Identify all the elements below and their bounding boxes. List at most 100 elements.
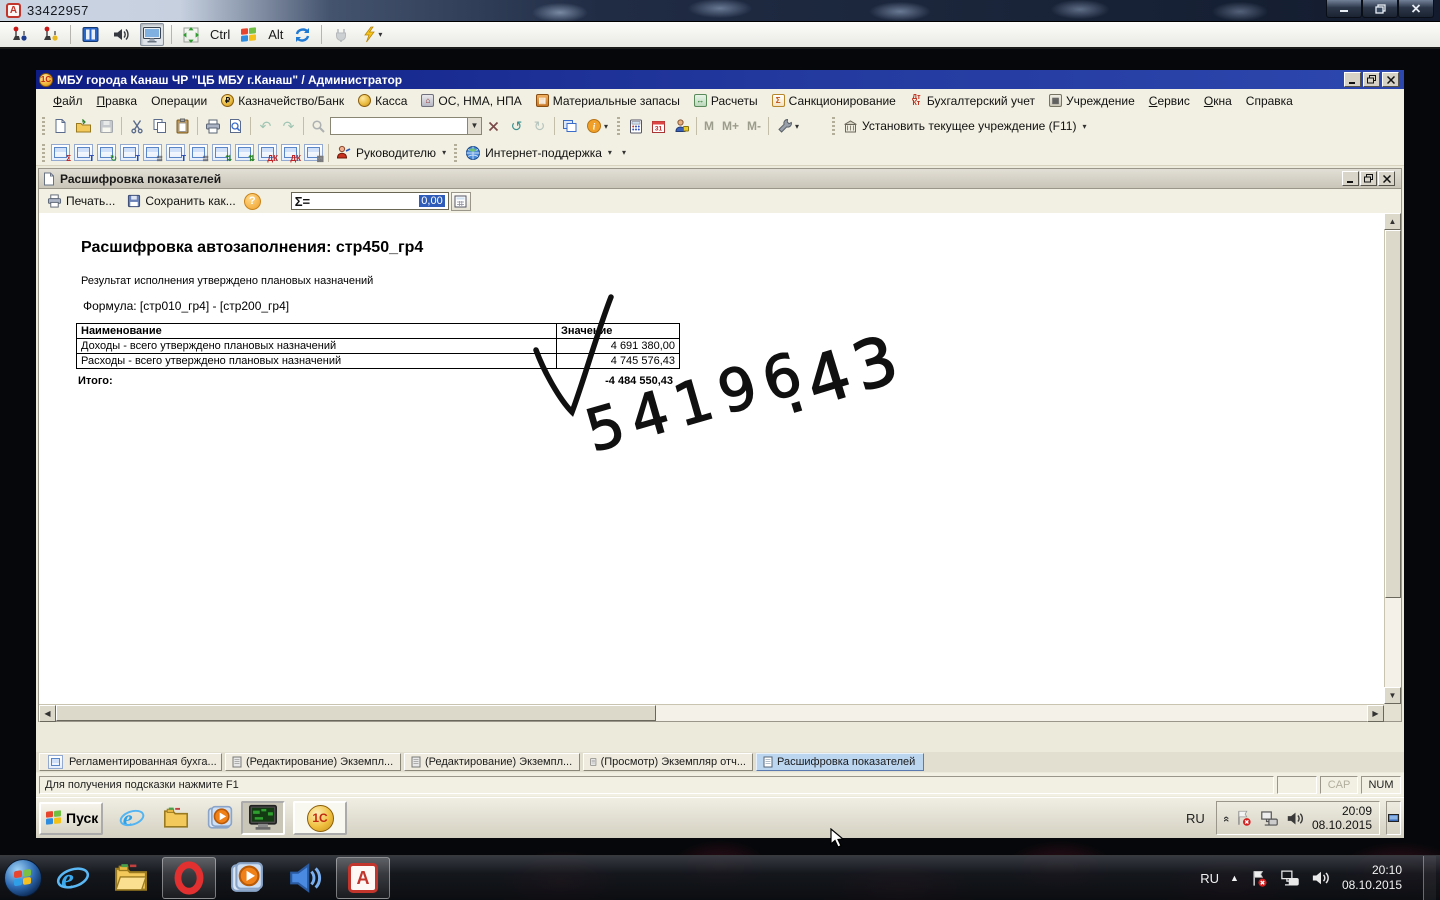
sum-expression-field[interactable]: Σ=0,00 <box>291 192 449 210</box>
fullscreen-button[interactable] <box>179 23 203 46</box>
restore-button[interactable] <box>1362 0 1398 18</box>
taskbar-clock[interactable]: 20:10 08.10.2015 <box>1342 863 1402 893</box>
tray-expand-button[interactable]: ▲ <box>1230 873 1239 883</box>
menu-help[interactable]: Справка <box>1239 92 1300 110</box>
refresh-screen-button[interactable] <box>290 23 314 46</box>
paste-button[interactable] <box>171 115 194 137</box>
scroll-thumb[interactable] <box>1385 230 1401 598</box>
settings-wrench-button[interactable]: ▾ <box>772 115 804 137</box>
internet-explorer-icon[interactable]: e <box>119 805 145 831</box>
control-permissions-button[interactable] <box>8 23 32 46</box>
taskbar-wmp-button[interactable] <box>220 857 274 899</box>
tray-network-icon[interactable] <box>1260 810 1279 827</box>
pattern-icon[interactable]: ▩ <box>304 144 323 161</box>
toolbar-grip[interactable] <box>42 117 45 135</box>
menu-fixed-assets[interactable]: ⌂ОС, НМА, НПА <box>414 92 528 110</box>
person-title-icon[interactable]: Т <box>120 144 139 161</box>
open-button[interactable] <box>72 115 95 137</box>
control-settings-button[interactable] <box>39 23 63 46</box>
calendar-button[interactable]: 31 <box>647 115 670 137</box>
tray-network-icon[interactable] <box>1280 869 1300 887</box>
tray-expand-button[interactable]: « <box>1220 816 1232 820</box>
minimize-button[interactable] <box>1344 72 1361 87</box>
toolbar-grip[interactable] <box>617 117 620 135</box>
set-institution-button[interactable]: Установить текущее учреждение (F11)▾ <box>839 118 1090 135</box>
audio-chat-button[interactable] <box>109 23 133 46</box>
taskbar-volume-app-button[interactable] <box>278 857 332 899</box>
taskbar-app-1c-button[interactable]: 1С <box>293 801 347 835</box>
menu-institution[interactable]: ▦Учреждение <box>1042 92 1142 110</box>
vertical-scrollbar[interactable]: ▲ ▼ <box>1384 213 1401 704</box>
taskbar-opera-button[interactable] <box>162 857 216 899</box>
info-menu-button[interactable]: i▾ <box>581 115 613 137</box>
menu-windows[interactable]: Окна <box>1197 92 1239 110</box>
scroll-thumb[interactable] <box>56 705 656 721</box>
menu-operations[interactable]: Операции <box>144 92 214 110</box>
send-winkey-button[interactable] <box>237 23 261 46</box>
user-permissions-button[interactable] <box>670 115 693 137</box>
calculator-toggle-button[interactable] <box>451 192 471 211</box>
search-combobox[interactable]: ▼ <box>330 117 482 135</box>
windows-list-button[interactable] <box>558 115 581 137</box>
internet-support-button[interactable]: Интернет-поддержка▾ <box>461 144 616 162</box>
nav-back-button[interactable]: ↺ <box>505 115 528 137</box>
move-list-icon[interactable]: ⇅ <box>235 144 254 161</box>
show-desktop-button[interactable] <box>1386 801 1401 835</box>
move-title-icon[interactable]: ⇅ <box>212 144 231 161</box>
close-button[interactable] <box>1378 171 1395 186</box>
close-button[interactable] <box>1398 0 1434 18</box>
close-button[interactable] <box>1382 72 1399 87</box>
person-list-icon[interactable]: ≣ <box>143 144 162 161</box>
show-desktop-button[interactable] <box>1423 856 1436 900</box>
send-ctrl-button[interactable]: Ctrl <box>210 27 230 42</box>
calculator-button[interactable] <box>624 115 647 137</box>
print-preview-button[interactable] <box>224 115 247 137</box>
menu-authorization[interactable]: ΣСанкционирование <box>765 92 903 110</box>
clear-search-button[interactable] <box>482 115 505 137</box>
taskbar-ie-button[interactable]: e <box>46 857 100 899</box>
actions-menu-button[interactable]: ▾ <box>360 23 384 46</box>
restore-button[interactable] <box>1360 171 1377 186</box>
table-row[interactable]: Доходы - всего утверждено плановых назна… <box>77 339 680 354</box>
restore-button[interactable] <box>1363 72 1380 87</box>
save-as-button[interactable]: Сохранить как... <box>123 192 239 210</box>
taskbar-app-monitor-button[interactable] <box>241 801 285 835</box>
manager-menu-button[interactable]: Руководителю▾ <box>332 144 450 161</box>
report-refresh-icon[interactable]: ↻ <box>97 144 116 161</box>
minimize-button[interactable] <box>1326 0 1362 18</box>
report-title-icon[interactable]: Т <box>74 144 93 161</box>
media-player-icon[interactable] <box>207 805 233 831</box>
contact-book-button[interactable] <box>78 23 102 46</box>
menu-settlements[interactable]: ↔Расчеты <box>687 92 765 110</box>
report-document[interactable]: Расшифровка автозаполнения: стр450_гр4 Р… <box>39 213 1384 704</box>
dk-sum-icon[interactable]: ДК <box>258 144 277 161</box>
language-indicator[interactable]: RU <box>1181 809 1210 828</box>
help-button[interactable]: ? <box>244 193 261 210</box>
menu-file[interactable]: Файл <box>46 92 90 110</box>
scroll-up-button[interactable]: ▲ <box>1384 213 1401 230</box>
new-document-button[interactable] <box>49 115 72 137</box>
tray-volume-icon[interactable] <box>1311 869 1331 887</box>
horizontal-scrollbar[interactable]: ◀ ▶ <box>39 704 1384 721</box>
scroll-right-button[interactable]: ▶ <box>1367 705 1384 722</box>
print-button[interactable]: Печать... <box>43 192 119 210</box>
taskbar-ammyy-button[interactable]: A <box>336 857 390 899</box>
tray-flag-icon[interactable] <box>1235 809 1253 827</box>
doc-list-icon[interactable]: ≣ <box>189 144 208 161</box>
print-button[interactable] <box>201 115 224 137</box>
start-button[interactable]: Пуск <box>39 802 103 835</box>
tray-flag-icon[interactable] <box>1250 869 1269 888</box>
view-desktop-button[interactable] <box>140 23 164 46</box>
table-row[interactable]: Расходы - всего утверждено плановых назн… <box>77 354 680 369</box>
menu-cash[interactable]: Касса <box>351 92 414 110</box>
send-alt-button[interactable]: Alt <box>268 27 283 42</box>
copy-button[interactable] <box>148 115 171 137</box>
cut-button[interactable] <box>125 115 148 137</box>
tab-regulated-accounting[interactable]: Регламентированная бухга... <box>39 753 222 771</box>
menu-service[interactable]: Сервис <box>1142 92 1197 110</box>
menu-treasury-bank[interactable]: ₽Казначейство/Банк <box>214 92 351 110</box>
toolbar-grip[interactable] <box>454 144 457 162</box>
scroll-left-button[interactable]: ◀ <box>39 705 56 722</box>
taskbar-explorer-button[interactable] <box>104 857 158 899</box>
explorer-folder-icon[interactable] <box>162 806 190 830</box>
